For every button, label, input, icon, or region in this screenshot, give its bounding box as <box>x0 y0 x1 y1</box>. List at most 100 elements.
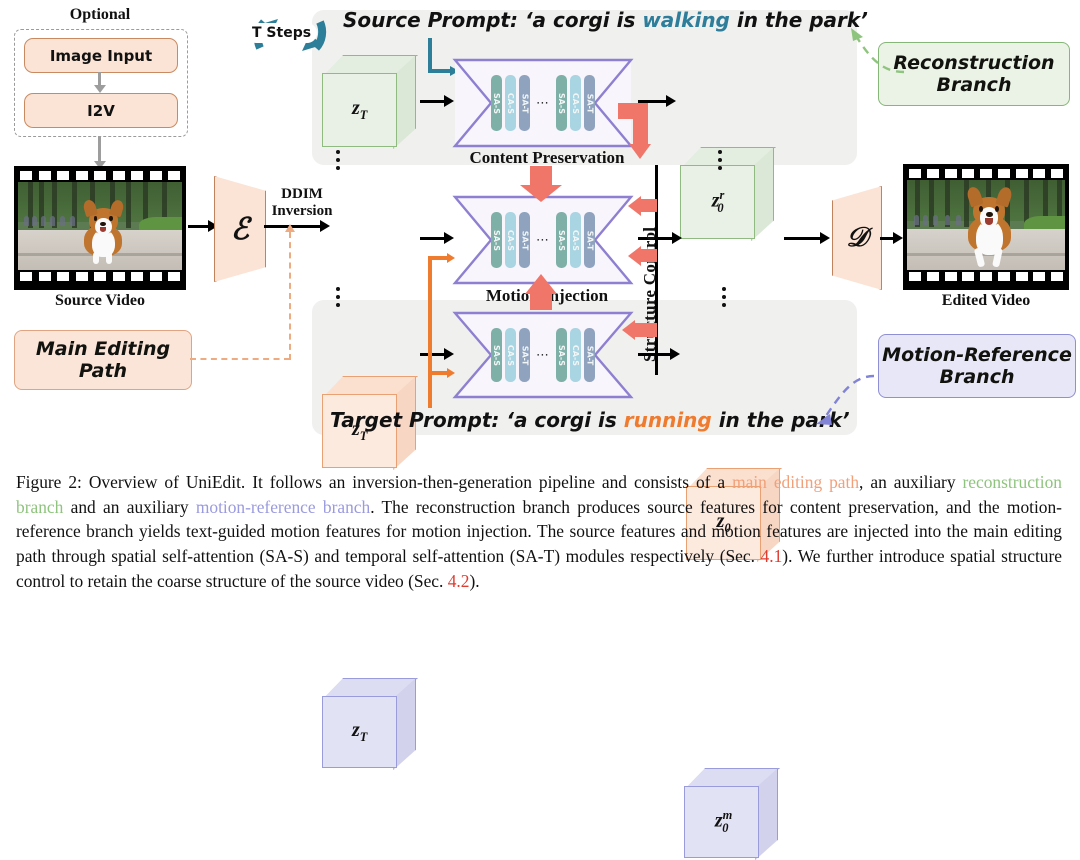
unet-block-label: SA-T <box>585 345 594 365</box>
unet-block-sa-s-2: SA-S <box>556 328 567 382</box>
unet-blocks-main: SA-S CA-S SA-T ⋯ SA-S CA-S SA-T <box>452 194 634 286</box>
main-editing-unet: SA-S CA-S SA-T ⋯ SA-S CA-S SA-T <box>452 194 634 286</box>
unet-block-ca-s-1: CA-S <box>505 75 516 131</box>
ellipsis-dots-left-top <box>336 150 340 170</box>
latent-label-motion-out: zm0 <box>714 808 733 835</box>
unet-blocks-motion: SA-S CA-S SA-T ⋯ SA-S CA-S SA-T <box>452 310 634 400</box>
optional-arrow-1-line <box>98 72 101 86</box>
corgi-eye-right <box>109 216 113 222</box>
decoder-block: 𝒟 <box>832 186 882 290</box>
arrow-recon-unet-to-z0-head <box>666 95 676 107</box>
unet-block-label: CA-S <box>571 92 580 114</box>
optional-arrow-2-line <box>98 136 101 162</box>
unet-block-label: SA-T <box>585 93 594 113</box>
unet-block-label: SA-T <box>520 345 529 365</box>
cube-front-face: zm0 <box>684 785 760 858</box>
i2v-button[interactable]: I2V <box>24 93 178 128</box>
arrow-video-to-encoder-line <box>188 225 210 228</box>
caption-main-editing-path: main editing path <box>732 472 860 492</box>
ellipsis-dots-left-bottom <box>336 287 340 307</box>
target-prompt-prefix: Target Prompt: ‘a corgi is <box>330 408 624 432</box>
ddim-inversion-label-line2: Inversion <box>271 203 333 219</box>
main-path-dashed-vertical <box>289 232 291 360</box>
main-path-dashed-horizontal <box>190 358 290 360</box>
recon-feature-elbow-vertical <box>633 103 648 145</box>
content-preservation-label: Content Preservation <box>469 148 625 167</box>
film-perforations-bottom <box>907 272 1065 281</box>
caption-motion-reference-branch: motion-reference branch <box>195 496 371 517</box>
source-prompt-prefix: Source Prompt: ‘a corgi is <box>343 8 643 32</box>
motion-reference-unet: SA-S CA-S SA-T ⋯ SA-S CA-S SA-T <box>452 310 634 400</box>
figure-diagram: Optional Image Input I2V Source Video ℰ … <box>0 0 1080 860</box>
cube-front-face: zr0 <box>680 165 756 239</box>
corgi-eye-left <box>978 205 983 212</box>
target-prompt-text: Target Prompt: ‘a corgi is running in th… <box>330 408 850 432</box>
encoder-block: ℰ <box>214 176 266 282</box>
unet-block-label: CA-S <box>571 229 580 251</box>
t-steps-label: T Steps <box>246 23 318 43</box>
structure-control-arrow-top-head <box>628 196 641 216</box>
arrow-motion-unet-to-z0-line <box>638 353 674 356</box>
unet-block-sa-t-2: SA-T <box>584 328 595 382</box>
optional-caption: Optional <box>69 6 131 23</box>
cube-front-face: zT <box>322 695 398 768</box>
orange-feed-head-main <box>447 253 455 263</box>
unet-block-sa-s-2: SA-S <box>556 75 567 131</box>
cube-front-face: zT <box>322 73 398 147</box>
structure-control-arrow-top-stem <box>641 199 657 212</box>
unet-block-label: SA-S <box>557 92 567 114</box>
unet-block-label: SA-S <box>492 229 502 251</box>
encoder-glyph: ℰ <box>230 212 250 246</box>
unet-block-sa-t-1: SA-T <box>519 328 530 382</box>
ellipsis-dots-right-top <box>718 150 722 170</box>
arrow-decoder-to-video-head <box>893 232 903 244</box>
unet-block-label: SA-S <box>557 229 567 251</box>
unet-block-label: CA-S <box>506 229 515 251</box>
unet-block-label: CA-S <box>571 344 580 366</box>
unet-block-label: CA-S <box>506 344 515 366</box>
latent-label-recon-out: zr0 <box>711 188 725 215</box>
film-perforations-top <box>18 171 182 180</box>
source-prompt-elbow-horizontal <box>428 69 452 73</box>
unet-block-ca-s-1: CA-S <box>505 328 516 382</box>
unet-blocks-recon: SA-S CA-S SA-T ⋯ SA-S CA-S SA-T <box>452 57 634 149</box>
ellipsis-dots-right-bottom <box>722 287 726 307</box>
unet-ellipsis: ⋯ <box>536 95 550 111</box>
arrow-encoder-to-zt-head <box>320 220 330 232</box>
source-video-label: Source Video <box>55 292 145 309</box>
unet-block-sa-s-1: SA-S <box>491 328 502 382</box>
film-perforations-bottom <box>18 272 182 281</box>
unet-block-label: CA-S <box>506 92 515 114</box>
latent-zt-reconstruction: zT <box>322 55 418 149</box>
edited-video-filmstrip <box>903 164 1069 290</box>
structure-control-arrow-motion-stem <box>635 323 657 337</box>
source-video-frame <box>18 182 182 270</box>
source-video-filmstrip <box>14 166 186 290</box>
structure-control-arrow-bottom-head <box>628 246 641 266</box>
unet-block-ca-s-2: CA-S <box>570 75 581 131</box>
corgi-nose <box>985 211 993 218</box>
content-preservation-arrow-stem <box>530 166 552 186</box>
decoder-glyph: 𝒟 <box>846 222 868 252</box>
unet-block-sa-t-2: SA-T <box>584 75 595 131</box>
latent-zt-motion: zT <box>322 678 418 770</box>
unet-block-ca-s-2: CA-S <box>570 328 581 382</box>
caption-seg3: and an auxiliary <box>63 496 196 517</box>
main-editing-path-tag: Main Editing Path <box>14 330 192 390</box>
main-path-dashed-head <box>285 224 295 232</box>
unet-block-sa-t-1: SA-T <box>519 75 530 131</box>
arrow-z0-to-decoder-head <box>820 232 830 244</box>
edited-video-label: Edited Video <box>941 292 1031 309</box>
arrow-encoder-to-zt-line <box>264 225 326 228</box>
unet-ellipsis: ⋯ <box>536 232 550 248</box>
source-prompt-highlight: walking <box>642 8 730 32</box>
structure-control-arrow-bottom-stem <box>641 249 657 262</box>
unet-block-ca-s-1: CA-S <box>505 212 516 268</box>
target-prompt-highlight: running <box>623 408 712 432</box>
corgi-source <box>77 198 129 265</box>
unet-block-sa-t-2: SA-T <box>584 212 595 268</box>
background-crowd <box>23 212 82 226</box>
image-input-button[interactable]: Image Input <box>24 38 178 73</box>
ddim-inversion-label-line1: DDIM <box>281 186 323 202</box>
orange-feed-vertical <box>428 258 432 408</box>
